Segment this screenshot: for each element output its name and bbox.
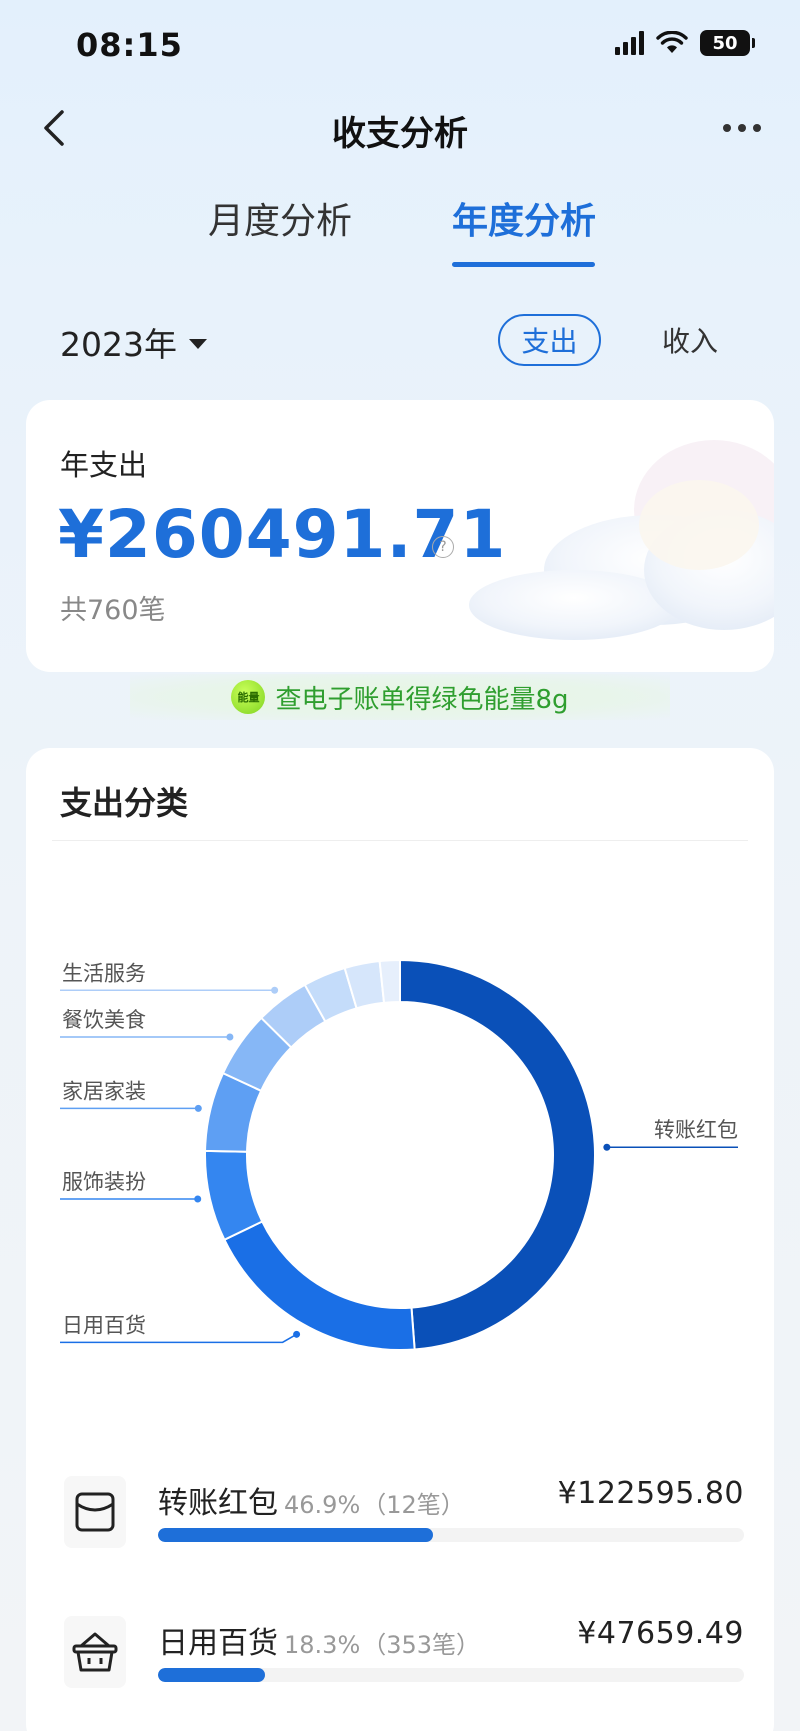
category-count: （12笔） (362, 1491, 465, 1519)
donut-slice-label: 餐饮美食 (62, 1008, 146, 1032)
transaction-count: 共760笔 (60, 595, 166, 626)
category-progress-fill (158, 1668, 266, 1682)
income-toggle[interactable]: 收入 (650, 314, 730, 366)
category-progress-track (158, 1668, 744, 1682)
donut-slice[interactable] (223, 1220, 416, 1351)
annual-expense-amount: ¥260491.71 (58, 496, 507, 573)
tab-yearly[interactable]: 年度分析 (452, 192, 596, 244)
energy-banner-text: 查电子账单得绿色能量8g (275, 684, 569, 715)
caret-down-icon (188, 339, 207, 349)
expense-toggle[interactable]: 支出 (498, 314, 601, 366)
donut-slice-label: 家居家装 (62, 1079, 146, 1103)
donut-slice-label: 服饰装扮 (62, 1170, 146, 1194)
basket-icon (64, 1616, 126, 1688)
donut-slice-label: 生活服务 (62, 961, 146, 985)
category-list-name: 转账红包 46.9%（12笔） (158, 1478, 465, 1522)
expense-category-card: 支出分类 转账红包 日用百货 服饰装扮 家居家装 餐饮美食 生活服务 转账红包 46.9%（… (26, 748, 774, 1731)
category-name: 日用百货 (158, 1626, 278, 1661)
tab-monthly[interactable]: 月度分析 (208, 192, 352, 244)
category-donut-chart: 转账红包日用百货 服饰装扮 家居家装 餐饮美食 生活服务 (60, 958, 738, 1351)
question-circle-icon[interactable]: ? (432, 536, 454, 558)
category-amount: ¥122595.80 (557, 1476, 744, 1511)
donut-slice[interactable] (204, 1149, 264, 1242)
year-selector-label: 2023年 (60, 325, 177, 364)
category-percent: 18.3% (284, 1631, 361, 1659)
filter-row: 2023年 支出 收入 (0, 310, 800, 370)
year-selector[interactable]: 2023年 (60, 318, 207, 366)
category-count: （353笔） (362, 1631, 481, 1659)
envelope-icon (64, 1476, 126, 1548)
nav-bar: 收支分析 (0, 92, 800, 166)
cloud-decoration (469, 440, 774, 640)
category-list-item[interactable]: 转账红包 46.9%（12笔） ¥122595.80 (26, 1466, 774, 1576)
page-title: 收支分析 (332, 114, 468, 154)
status-icons: 50 (615, 30, 755, 56)
annual-expense-label: 年支出 (60, 448, 148, 482)
category-amount: ¥47659.49 (577, 1616, 744, 1651)
category-percent: 46.9% (284, 1491, 361, 1519)
category-list-name: 日用百货 18.3%（353笔） (158, 1618, 480, 1662)
donut-slice-label: 转账红包 (654, 1118, 738, 1142)
more-button[interactable] (714, 104, 770, 152)
annual-summary-card: 年支出 ¥260491.71 ? 共760笔 (26, 400, 774, 672)
more-dot-icon (753, 124, 761, 132)
donut-slice[interactable] (399, 958, 596, 1351)
tab-active-indicator (452, 262, 595, 267)
donut-slice[interactable] (378, 958, 401, 1004)
energy-badge-icon: 能量 (231, 680, 266, 714)
battery-icon: 50 (700, 30, 755, 56)
green-energy-banner[interactable]: 能量 查电子账单得绿色能量8g (130, 674, 670, 720)
signal-icon (615, 31, 644, 55)
divider (52, 840, 748, 841)
analysis-tabs: 月度分析 年度分析 (0, 180, 800, 270)
more-dot-icon (723, 124, 731, 132)
status-time: 08:15 (76, 26, 183, 64)
donut-slice-label: 日用百货 (62, 1313, 146, 1337)
status-bar: 08:15 50 (0, 0, 800, 92)
donut-label-dot (293, 1330, 301, 1338)
page: 08:15 50 收支分析 月度分析 年度分析 2023年 支出 收入 年支出 … (0, 0, 800, 1731)
category-progress-fill (158, 1528, 433, 1542)
category-name: 转账红包 (158, 1486, 278, 1521)
wifi-icon (656, 31, 688, 53)
more-dot-icon (738, 124, 746, 132)
category-progress-track (158, 1528, 744, 1542)
category-list-item[interactable]: 日用百货 18.3%（353笔） ¥47659.49 (26, 1606, 774, 1716)
category-title: 支出分类 (60, 784, 189, 822)
